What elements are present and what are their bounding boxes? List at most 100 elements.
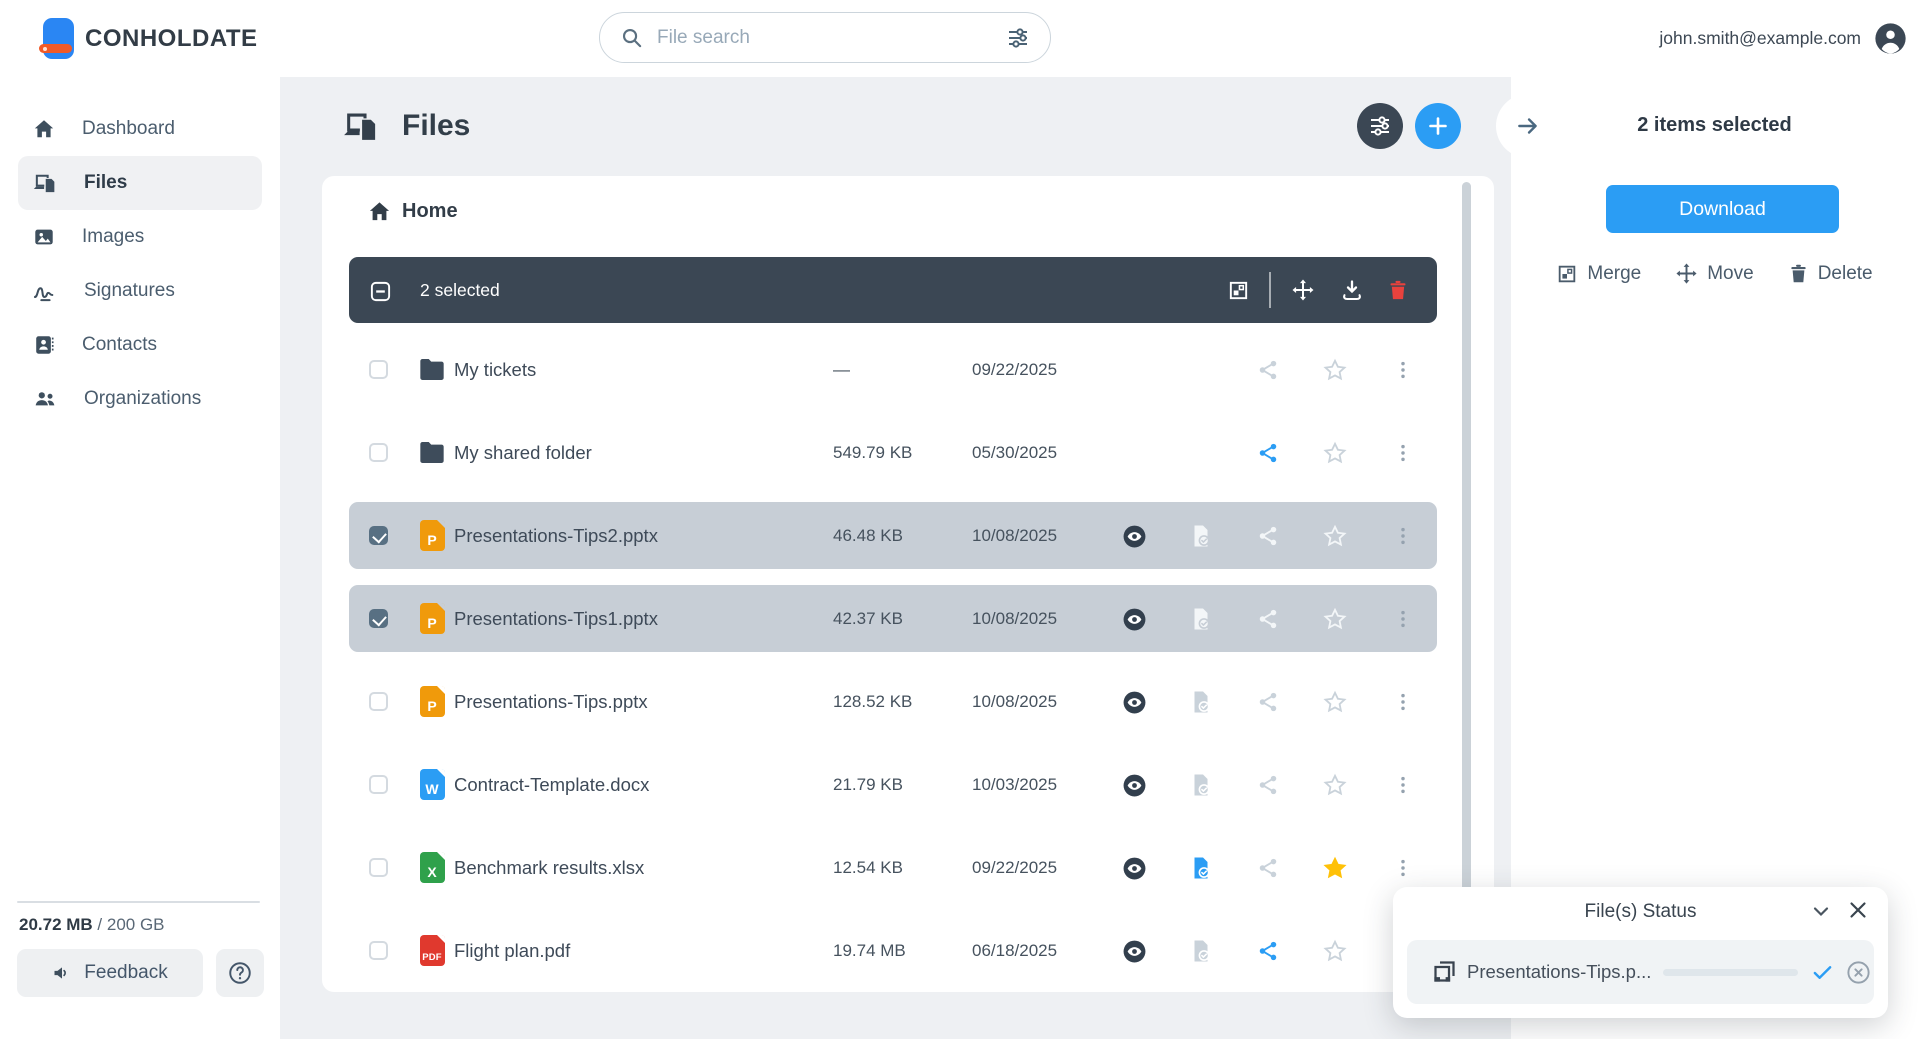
cancel-task-icon[interactable]: [1845, 959, 1872, 991]
sidebar-item-signatures[interactable]: Signatures: [18, 264, 262, 318]
star-button[interactable]: [1316, 434, 1354, 472]
row-menu-kebab[interactable]: [1384, 600, 1422, 638]
list-scrollbar[interactable]: [1462, 182, 1471, 984]
table-row[interactable]: P Presentations-Tips2.pptx 46.48 KB 10/0…: [349, 502, 1437, 569]
share-button[interactable]: [1249, 517, 1287, 555]
close-icon[interactable]: [1845, 897, 1871, 928]
row-menu-kebab[interactable]: [1384, 434, 1422, 472]
file-name[interactable]: Presentations-Tips.pptx: [454, 668, 648, 735]
star-button[interactable]: [1316, 517, 1354, 555]
row-checkbox[interactable]: [369, 692, 388, 711]
star-button[interactable]: [1316, 766, 1354, 804]
search-filter-icon[interactable]: [1006, 26, 1030, 50]
file-check-button[interactable]: [1182, 600, 1220, 638]
file-name[interactable]: Presentations-Tips2.pptx: [454, 502, 658, 569]
download-icon[interactable]: [1334, 272, 1370, 308]
row-checkbox[interactable]: [369, 609, 388, 628]
home-icon: [33, 118, 55, 140]
row-menu-kebab[interactable]: [1384, 849, 1422, 887]
table-row[interactable]: X Benchmark results.xlsx 12.54 KB 09/22/…: [349, 834, 1437, 901]
add-file-button[interactable]: [1415, 103, 1461, 149]
file-check-button[interactable]: [1182, 932, 1220, 970]
row-checkbox[interactable]: [369, 526, 388, 545]
sidebar-item-images[interactable]: Images: [18, 210, 262, 264]
file-name[interactable]: My shared folder: [454, 419, 592, 486]
avatar[interactable]: [1874, 22, 1907, 55]
table-row[interactable]: P Presentations-Tips.pptx 128.52 KB 10/0…: [349, 668, 1437, 735]
table-row[interactable]: My shared folder 549.79 KB 05/30/2025: [349, 419, 1437, 486]
file-name[interactable]: Benchmark results.xlsx: [454, 834, 644, 901]
sidebar-item-files[interactable]: Files: [18, 156, 262, 210]
sidebar-item-organizations[interactable]: Organizations: [18, 372, 262, 426]
file-name[interactable]: Flight plan.pdf: [454, 917, 570, 984]
status-file-name: Presentations-Tips.p...: [1467, 961, 1652, 982]
feedback-button[interactable]: Feedback: [17, 949, 203, 997]
file-check-button[interactable]: [1182, 849, 1220, 887]
star-button[interactable]: [1316, 932, 1354, 970]
move-action-button[interactable]: Move: [1675, 262, 1754, 285]
search-input[interactable]: [657, 26, 1006, 49]
select-all-checkbox[interactable]: [369, 280, 392, 308]
share-button[interactable]: [1249, 351, 1287, 389]
preview-eye-button[interactable]: [1115, 683, 1153, 721]
row-checkbox[interactable]: [369, 858, 388, 877]
brand-logo[interactable]: CONHOLDATE: [39, 18, 258, 59]
collapse-panel-button[interactable]: [1496, 94, 1560, 158]
row-menu-kebab[interactable]: [1384, 766, 1422, 804]
row-checkbox[interactable]: [369, 443, 388, 462]
file-name[interactable]: Contract-Template.docx: [454, 751, 649, 818]
contact-card-icon: [33, 334, 55, 356]
delete-action-button[interactable]: Delete: [1788, 262, 1873, 285]
preview-eye-button[interactable]: [1115, 766, 1153, 804]
toolbar-divider: [1269, 272, 1271, 308]
table-row[interactable]: P Presentations-Tips1.pptx 42.37 KB 10/0…: [349, 585, 1437, 652]
topbar: CONHOLDATE john.smith@example.com: [0, 0, 1918, 77]
progress-bar: [1663, 969, 1798, 976]
share-button[interactable]: [1249, 600, 1287, 638]
file-check-button[interactable]: [1182, 517, 1220, 555]
row-checkbox[interactable]: [369, 941, 388, 960]
preview-eye-button[interactable]: [1115, 517, 1153, 555]
row-menu-kebab[interactable]: [1384, 351, 1422, 389]
file-check-button[interactable]: [1182, 683, 1220, 721]
sidebar-item-dashboard[interactable]: Dashboard: [18, 102, 262, 156]
page-title: Files: [402, 109, 471, 142]
share-button[interactable]: [1249, 683, 1287, 721]
file-name[interactable]: Presentations-Tips1.pptx: [454, 585, 658, 652]
file-check-button[interactable]: [1182, 766, 1220, 804]
share-button[interactable]: [1249, 434, 1287, 472]
preview-eye-button[interactable]: [1115, 849, 1153, 887]
items-selected-label: 2 items selected: [1637, 114, 1792, 136]
file-date: 09/22/2025: [972, 360, 1058, 379]
list-filter-button[interactable]: [1357, 103, 1403, 149]
merge-action-button[interactable]: Merge: [1556, 262, 1641, 285]
merge-icon[interactable]: [1220, 272, 1256, 308]
sidebar-item-contacts[interactable]: Contacts: [18, 318, 262, 372]
table-row[interactable]: My tickets — 09/22/2025: [349, 336, 1437, 403]
breadcrumb[interactable]: Home: [368, 200, 458, 223]
star-button[interactable]: [1316, 683, 1354, 721]
delete-icon[interactable]: [1380, 272, 1416, 308]
preview-eye-button[interactable]: [1115, 932, 1153, 970]
row-menu-kebab[interactable]: [1384, 517, 1422, 555]
star-button[interactable]: [1316, 849, 1354, 887]
star-button[interactable]: [1316, 351, 1354, 389]
chevron-down-icon[interactable]: [1809, 899, 1833, 928]
table-row[interactable]: W Contract-Template.docx 21.79 KB 10/03/…: [349, 751, 1437, 818]
row-menu-kebab[interactable]: [1384, 683, 1422, 721]
row-checkbox[interactable]: [369, 360, 388, 379]
row-checkbox[interactable]: [369, 775, 388, 794]
storage-usage: 20.72 MB / 200 GB: [19, 915, 165, 934]
download-button[interactable]: Download: [1606, 185, 1839, 233]
share-button[interactable]: [1249, 766, 1287, 804]
file-type-badge: P: [419, 520, 445, 551]
share-button[interactable]: [1249, 849, 1287, 887]
move-icon[interactable]: [1285, 272, 1321, 308]
star-button[interactable]: [1316, 600, 1354, 638]
status-item: Presentations-Tips.p...: [1407, 940, 1874, 1004]
share-button[interactable]: [1249, 932, 1287, 970]
table-row[interactable]: PDF Flight plan.pdf 19.74 MB 06/18/2025: [349, 917, 1437, 984]
file-name[interactable]: My tickets: [454, 336, 536, 403]
preview-eye-button[interactable]: [1115, 600, 1153, 638]
help-button[interactable]: [216, 949, 264, 997]
